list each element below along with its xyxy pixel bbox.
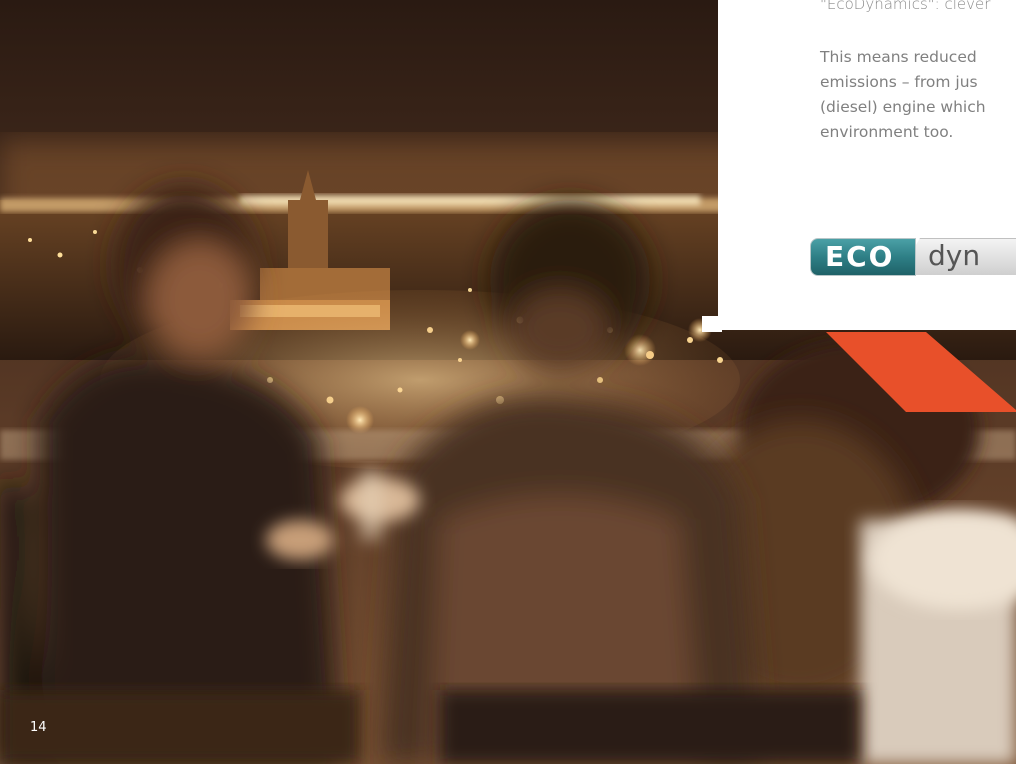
page-number: 14	[30, 720, 47, 735]
text-panel: "EcoDynamics": clever This means reduced…	[718, 0, 1016, 330]
logo-dynamics-text: dyn	[928, 239, 981, 272]
ecodynamics-logo: dyn ECO	[810, 238, 1016, 276]
body-paragraph: This means reduced emissions – from jus …	[820, 48, 986, 141]
panel-corner	[702, 316, 722, 332]
logo-eco-text: ECO	[825, 240, 895, 273]
intro-quote-line: "EcoDynamics": clever	[820, 0, 991, 13]
brochure-page: "EcoDynamics": clever This means reduced…	[0, 0, 1016, 764]
logo-eco-segment: ECO	[810, 238, 916, 276]
orange-accent-shape	[826, 332, 1016, 412]
